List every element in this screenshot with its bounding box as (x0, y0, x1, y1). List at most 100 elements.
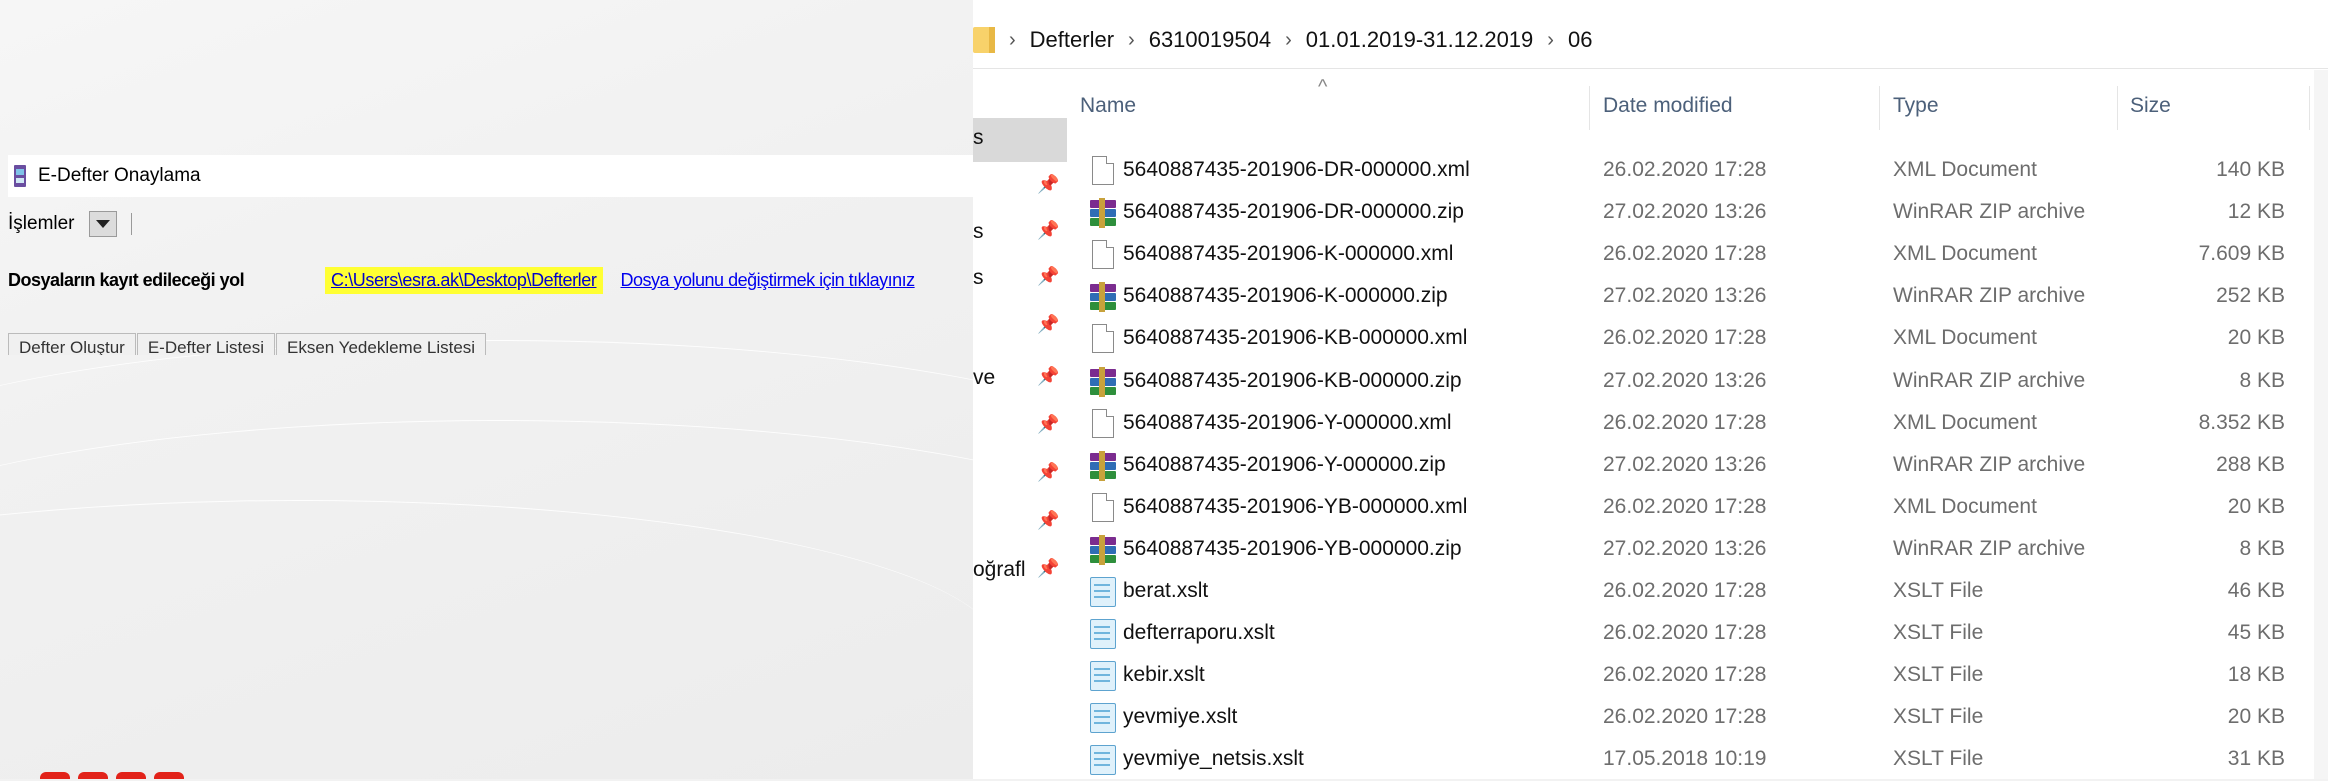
pin-icon[interactable]: 📌 (1037, 314, 1059, 335)
file-name: 5640887435-201906-DR-000000.zip (1123, 200, 1464, 224)
change-path-link[interactable]: Dosya yolunu değiştirmek için tıklayınız (621, 270, 916, 291)
file-size: 46 KB (2227, 579, 2285, 602)
chevron-right-icon: › (1009, 28, 1016, 51)
edefter-app-icon (12, 165, 28, 187)
file-date: 26.02.2020 17:28 (1603, 579, 1767, 602)
nav-item-label[interactable]: s (973, 266, 984, 290)
edefter-menu-bar: İşlemler (8, 207, 132, 241)
file-size: 8 KB (2239, 536, 2285, 560)
breadcrumb-period[interactable]: 01.01.2019-31.12.2019 (1306, 27, 1534, 53)
edefter-window-title: E-Defter Onaylama (38, 165, 201, 186)
file-name: 5640887435-201906-K-000000.zip (1123, 284, 1448, 308)
file-row[interactable]: berat.xslt 26.02.2020 17:28 XSLT File 46 KB (1073, 571, 2328, 613)
column-header-type[interactable]: Type (1893, 94, 1939, 118)
file-type: XSLT File (1893, 621, 1984, 645)
tab-eksen-yedekleme[interactable]: Eksen Yedekleme Listesi (276, 333, 487, 355)
file-row[interactable]: 5640887435-201906-Y-000000.xml 26.02.2020… (1073, 403, 2328, 445)
file-row[interactable]: yevmiye.xslt 26.02.2020 17:28 XSLT File 20 … (1073, 697, 2328, 739)
file-row[interactable]: 5640887435-201906-K-000000.zip 27.02.2020… (1073, 276, 2328, 318)
column-divider[interactable] (1589, 86, 1590, 130)
edefter-window: E-Defter Onaylama İşlemler Dosyaların ka… (0, 155, 973, 355)
breadcrumb-company[interactable]: 6310019504 (1149, 27, 1271, 53)
file-size: 8 KB (2239, 368, 2285, 392)
pin-icon[interactable]: 📌 (1037, 414, 1059, 435)
nav-item-label[interactable]: ve (973, 366, 995, 390)
file-type: XSLT File (1893, 663, 1984, 687)
file-date: 27.02.2020 13:26 (1603, 368, 1767, 392)
menu-dropdown-button[interactable] (88, 211, 117, 237)
file-type: WinRAR ZIP archive (1893, 536, 2086, 560)
file-name: 5640887435-201906-YB-000000.zip (1123, 536, 1462, 560)
xslt-file-icon (1090, 619, 1116, 650)
file-row[interactable]: kebir.xslt 26.02.2020 17:28 XSLT File 18 KB (1073, 655, 2328, 697)
winrar-archive-icon (1089, 366, 1116, 397)
file-row[interactable]: 5640887435-201906-DR-000000.zip 27.02.202… (1073, 192, 2328, 234)
pin-icon[interactable]: 📌 (1037, 462, 1059, 483)
pin-icon[interactable]: 📌 (1037, 558, 1059, 579)
file-row[interactable]: 5640887435-201906-DR-000000.xml 26.02.202… (1073, 150, 2328, 192)
winrar-archive-icon (1089, 450, 1116, 481)
sort-ascending-icon: ^ (1318, 76, 1328, 98)
winrar-archive-icon (1089, 534, 1116, 565)
file-type: WinRAR ZIP archive (1893, 368, 2086, 392)
file-type: WinRAR ZIP archive (1893, 452, 2086, 476)
column-header-size[interactable]: Size (2130, 94, 2171, 118)
file-date: 26.02.2020 17:28 (1603, 158, 1767, 181)
file-row[interactable]: 5640887435-201906-Y-000000.zip 27.02.2020… (1073, 445, 2328, 487)
file-type: XML Document (1893, 242, 2037, 266)
file-type: XSLT File (1893, 747, 1984, 771)
winrar-archive-icon (1089, 198, 1116, 229)
file-row[interactable]: 5640887435-201906-K-000000.xml 26.02.2020… (1073, 234, 2328, 276)
file-name: 5640887435-201906-DR-000000.xml (1123, 158, 1470, 181)
pin-icon[interactable]: 📌 (1037, 220, 1059, 241)
file-size: 7.609 KB (2198, 242, 2285, 266)
file-row[interactable]: yevmiye_netsis.xslt 17.05.2018 10:19 XSLT … (1073, 739, 2328, 781)
file-date: 27.02.2020 13:26 (1603, 284, 1767, 308)
breadcrumb-defterler[interactable]: Defterler (1030, 27, 1114, 53)
column-divider[interactable] (2309, 86, 2310, 130)
partial-logo (40, 772, 190, 779)
nav-item-label[interactable]: s (973, 220, 984, 244)
file-row[interactable]: 5640887435-201906-KB-000000.zip 27.02.202… (1073, 361, 2328, 403)
file-row[interactable]: 5640887435-201906-YB-000000.zip 27.02.202… (1073, 529, 2328, 571)
pin-icon[interactable]: 📌 (1037, 266, 1059, 287)
column-header-name[interactable]: Name (1080, 94, 1136, 118)
xslt-file-icon (1090, 745, 1116, 776)
nav-item-label[interactable]: oğrafl (973, 558, 1026, 582)
chevron-right-icon: › (1128, 28, 1135, 51)
xslt-file-icon (1090, 661, 1116, 692)
pin-icon[interactable]: 📌 (1037, 510, 1059, 531)
file-row[interactable]: defterraporu.xslt 26.02.2020 17:28 XSLT Fi… (1073, 613, 2328, 655)
file-date: 26.02.2020 17:28 (1603, 242, 1767, 266)
column-divider[interactable] (2117, 86, 2118, 130)
file-date: 26.02.2020 17:28 (1603, 410, 1767, 434)
file-size: 140 KB (2216, 158, 2285, 181)
column-header-date[interactable]: Date modified (1603, 94, 1733, 118)
file-row[interactable]: 5640887435-201906-YB-000000.xml 26.02.202… (1073, 487, 2328, 529)
file-name: defterraporu.xslt (1123, 621, 1275, 645)
column-divider[interactable] (1879, 86, 1880, 130)
vertical-scrollbar[interactable] (2314, 70, 2328, 779)
file-name: 5640887435-201906-K-000000.xml (1123, 242, 1454, 266)
nav-item-label[interactable]: s (973, 126, 984, 150)
file-type: XML Document (1893, 494, 2037, 518)
save-path-link[interactable]: C:\Users\esra.ak\Desktop\Defterler (325, 266, 603, 294)
address-bar[interactable]: › Defterler › 6310019504 › 01.01.2019-31… (973, 12, 2328, 69)
file-type: WinRAR ZIP archive (1893, 200, 2086, 224)
tab-defter-olustur[interactable]: Defter Oluştur (8, 333, 136, 355)
file-size: 8.352 KB (2198, 410, 2285, 434)
file-row[interactable]: 5640887435-201906-KB-000000.xml 26.02.202… (1073, 318, 2328, 360)
file-type: XML Document (1893, 158, 2037, 181)
nav-selected-item[interactable] (973, 118, 1067, 162)
save-path-label: Dosyaların kayıt edileceği yol (8, 269, 245, 290)
file-size: 252 KB (2216, 284, 2285, 308)
pin-icon[interactable]: 📌 (1037, 174, 1059, 195)
xslt-file-icon (1090, 703, 1116, 734)
file-name: yevmiye_netsis.xslt (1123, 747, 1304, 771)
edefter-tab-strip: Defter Oluştur E-Defter Listesi Eksen Ye… (8, 333, 508, 355)
pin-icon[interactable]: 📌 (1037, 366, 1059, 387)
breadcrumb-month[interactable]: 06 (1568, 27, 1592, 53)
menu-islemler[interactable]: İşlemler (8, 213, 75, 235)
file-type: XSLT File (1893, 705, 1984, 729)
tab-edefter-listesi[interactable]: E-Defter Listesi (136, 333, 276, 355)
